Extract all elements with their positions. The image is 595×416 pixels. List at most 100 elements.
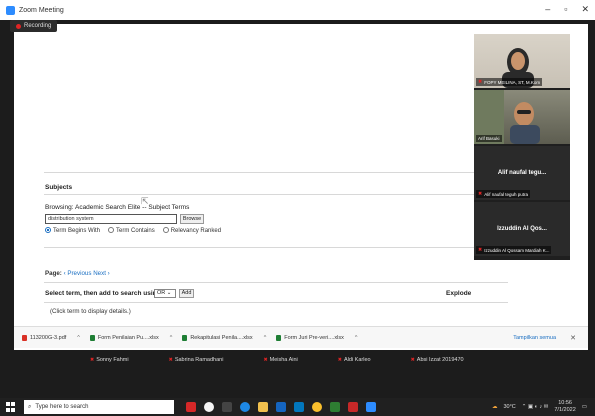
browse-input[interactable]: distribution system xyxy=(45,214,177,224)
browser-tab-active[interactable] xyxy=(258,26,284,36)
notifications-icon[interactable]: ▭ xyxy=(582,404,587,410)
browser-tab[interactable] xyxy=(78,26,96,36)
bookmark-label: Log preprocessing... xyxy=(333,54,384,61)
ebsco-nav-item[interactable]: Images xyxy=(166,95,187,102)
select-term-label: Select term, then add to search using: xyxy=(45,290,163,297)
file-explorer-icon[interactable] xyxy=(258,402,268,412)
edge-icon[interactable] xyxy=(240,402,250,412)
download-item[interactable]: Rekapitulasi Penila....xlsx ^ xyxy=(182,334,267,341)
maximize-icon[interactable]: ▫ xyxy=(564,4,567,15)
chevron-up-icon[interactable]: ^ xyxy=(355,335,358,341)
chevron-up-icon[interactable]: ^ xyxy=(77,335,80,341)
close-icon[interactable]: ✕ xyxy=(581,4,589,15)
close-downloads-icon[interactable]: ✕ xyxy=(570,334,576,342)
chevron-up-icon[interactable]: ^ xyxy=(170,335,173,341)
zoom-title-bar: Zoom Meeting – ▫ ✕ xyxy=(0,0,595,20)
ebsco-nav-item[interactable]: New Search xyxy=(24,95,59,102)
browse-button[interactable]: Browse xyxy=(180,214,204,224)
previous-link[interactable]: ‹ Previous xyxy=(64,270,92,277)
recording-indicator[interactable]: Recording xyxy=(10,20,58,32)
search-button[interactable]: Search xyxy=(228,120,268,137)
download-item[interactable]: Form Penilaian Pu....xlsx ^ xyxy=(89,334,173,341)
radio-term-contains[interactable]: Term Contains xyxy=(108,227,155,234)
reload-icon[interactable]: ↻ xyxy=(52,40,59,49)
bookmark-item[interactable]: Maps xyxy=(88,55,108,61)
radio-relevancy[interactable]: Relevancy Ranked xyxy=(162,227,221,234)
browser-tab[interactable] xyxy=(286,26,304,36)
taskbar-search[interactable]: ⌕ Type here to search xyxy=(24,400,174,414)
browser-tab[interactable] xyxy=(118,26,136,36)
windows-start-icon[interactable] xyxy=(6,402,16,412)
mail-icon[interactable] xyxy=(294,402,304,412)
browser-tab[interactable] xyxy=(218,26,236,36)
browser-tab[interactable] xyxy=(138,26,156,36)
app-icon[interactable] xyxy=(186,402,196,412)
forward-icon[interactable]: → xyxy=(36,40,44,49)
browser-tab[interactable] xyxy=(306,26,324,36)
browser-tab[interactable] xyxy=(346,26,364,36)
gallery-participant[interactable]: ✖ Absi Izzat 2019470 xyxy=(411,357,464,363)
new-tab-icon[interactable]: + xyxy=(366,27,371,36)
participant-video-tile[interactable]: ✖ FOPY MEILINA, ST, M.Kom xyxy=(474,34,570,88)
ebsco-swirl-icon xyxy=(33,112,43,120)
bookmark-item[interactable]: Context Aware Rec... xyxy=(195,55,254,61)
basic-search-link[interactable]: Basic Search xyxy=(69,144,104,150)
gallery-participant[interactable]: ✖ Meisha Aini xyxy=(263,357,297,363)
task-view-icon[interactable] xyxy=(222,402,232,412)
add-button[interactable]: Add xyxy=(179,289,194,298)
clear-search-icon[interactable]: ✕ xyxy=(208,124,216,131)
gallery-participant[interactable]: ✖ Sonny Fahmi xyxy=(90,357,129,363)
advanced-search-link[interactable]: Advanced Search xyxy=(112,144,159,150)
boolean-select[interactable]: OR ⌄ xyxy=(154,289,176,298)
tab-favicon-icon xyxy=(124,28,129,34)
choose-databases-link[interactable]: Choose Databases xyxy=(177,110,232,117)
gallery-participant[interactable]: ✖ Sabrina Ramadhani xyxy=(169,357,224,363)
search-input[interactable] xyxy=(69,121,219,133)
chevron-up-icon[interactable]: ^ xyxy=(264,335,267,341)
record-dot-icon xyxy=(16,23,21,29)
ebsco-nav-item[interactable]: Indexes xyxy=(197,95,220,102)
bookmark-item[interactable]: Gmail xyxy=(20,55,41,61)
bookmark-item[interactable]: Terjemahkan xyxy=(117,55,156,61)
browser-tab[interactable] xyxy=(58,26,76,36)
radio-term-begins[interactable]: Term Begins With xyxy=(45,227,100,234)
zoom-app-icon[interactable] xyxy=(366,402,376,412)
cortana-icon[interactable] xyxy=(204,402,214,412)
download-item[interactable]: 113200G-3.pdf ^ xyxy=(22,334,80,341)
bookmark-item[interactable]: Log preprocessing... xyxy=(326,54,384,61)
participant-tile[interactable]: Alif naufal tegu... ✖ Alif naufal teguh p… xyxy=(474,146,570,200)
browser-tab[interactable] xyxy=(158,26,176,36)
browser-tab[interactable] xyxy=(326,26,344,36)
browser-tab[interactable] xyxy=(198,26,216,36)
bookmark-item[interactable]: Tutorial Context-a... xyxy=(262,55,318,61)
ebsco-nav-item[interactable]: Publications xyxy=(69,95,104,102)
ebsco-nav-item[interactable]: Subject Terms xyxy=(114,95,155,102)
app-icon[interactable] xyxy=(348,402,358,412)
browser-tab[interactable] xyxy=(98,26,116,36)
minimize-icon[interactable]: – xyxy=(545,4,550,15)
folder-link[interactable]: Folder xyxy=(427,95,455,102)
weather-temp[interactable]: 30°C xyxy=(503,404,515,410)
taskbar-clock[interactable]: 10:56 7/1/2022 xyxy=(554,400,575,413)
bookmark-item[interactable]: Berita xyxy=(164,55,186,61)
search-history-link[interactable]: Search History xyxy=(168,144,207,150)
url-field[interactable]: web.s.ebscohost.com/ehost/thesaurus?vid=… xyxy=(85,42,356,48)
divider xyxy=(44,302,508,303)
next-link[interactable]: Next › xyxy=(93,270,110,277)
gallery-participant[interactable]: ✖ Aldi Karleo xyxy=(338,357,371,363)
browser-tab[interactable] xyxy=(238,26,256,36)
chrome-icon[interactable] xyxy=(312,402,322,412)
gallery-participant-name: Sabrina Ramadhani xyxy=(174,357,224,363)
participant-video-tile[interactable]: Arif Basuki xyxy=(474,90,570,144)
bookmark-item[interactable]: READING LIST - CS... xyxy=(392,55,455,61)
download-item[interactable]: Form Juri Pre-veri....xlsx ^ xyxy=(276,334,358,341)
store-icon[interactable] xyxy=(276,402,286,412)
back-icon[interactable]: ← xyxy=(20,40,28,49)
browser-tab[interactable] xyxy=(178,26,196,36)
bookmark-item[interactable]: YouTube xyxy=(50,55,79,61)
tray-icons[interactable]: ⌃ ▣ ◐ ♪ ✉ xyxy=(522,404,549,410)
participant-name: Alif naufal teguh putra xyxy=(484,191,528,197)
excel-icon[interactable] xyxy=(330,402,340,412)
show-all-downloads-link[interactable]: Tampilkan semua xyxy=(513,335,556,341)
participant-tile[interactable]: Izzuddin Al Qos... ✖ Izzuddin Al Qossam M… xyxy=(474,202,570,256)
